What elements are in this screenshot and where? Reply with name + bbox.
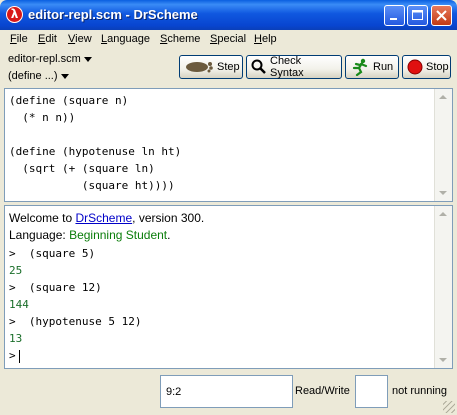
- menu-bar: File Edit View Language Scheme Special H…: [0, 30, 457, 50]
- scroll-up-icon[interactable]: [439, 95, 447, 99]
- drscheme-link[interactable]: DrScheme: [75, 211, 132, 225]
- repl-output-line: 144: [9, 298, 29, 311]
- resize-grip[interactable]: [443, 401, 455, 413]
- close-icon: [436, 10, 447, 21]
- window-title: editor-repl.scm - DrScheme: [28, 7, 198, 22]
- status-bar: 9:2 Read/Write not running: [0, 371, 457, 415]
- minimize-button[interactable]: [384, 5, 405, 26]
- interactions-scrollbar[interactable]: [434, 206, 452, 368]
- menu-help[interactable]: Help: [254, 33, 277, 45]
- repl-input-line: > (square 12): [9, 281, 102, 294]
- chevron-down-icon: [83, 56, 92, 62]
- repl-prompt[interactable]: >: [9, 349, 20, 363]
- file-name-label: editor-repl.scm: [8, 53, 81, 65]
- repl-output-line: 13: [9, 332, 23, 345]
- stop-label: Stop: [426, 61, 449, 73]
- chevron-down-icon: [60, 73, 69, 79]
- define-label: (define ...): [8, 70, 58, 82]
- drscheme-lambda-icon: λ: [6, 6, 23, 23]
- menu-language[interactable]: Language: [101, 33, 150, 45]
- stop-icon: [407, 59, 423, 75]
- menu-file[interactable]: File: [10, 33, 28, 45]
- drscheme-window: λ editor-repl.scm - DrScheme File Edit V…: [0, 0, 457, 415]
- menu-edit[interactable]: Edit: [38, 33, 57, 45]
- stop-button[interactable]: Stop: [402, 55, 451, 79]
- check-syntax-label: Check Syntax: [270, 55, 304, 79]
- menu-view[interactable]: View: [68, 33, 92, 45]
- definitions-scrollbar[interactable]: [434, 89, 452, 201]
- position-box: 9:2: [160, 375, 293, 408]
- scroll-down-icon[interactable]: [439, 191, 447, 195]
- menu-special[interactable]: Special: [210, 33, 246, 45]
- interactions-pane[interactable]: Welcome to DrScheme, version 300. Langua…: [4, 205, 453, 369]
- running-man-icon: [350, 58, 370, 76]
- title-bar[interactable]: λ editor-repl.scm - DrScheme: [0, 0, 457, 30]
- read-write-status[interactable]: Read/Write: [295, 385, 350, 397]
- run-label: Run: [373, 61, 394, 73]
- minimize-icon: [390, 18, 397, 20]
- define-dropdown[interactable]: (define ...): [8, 70, 69, 82]
- magnifier-icon: [251, 59, 267, 75]
- welcome-line: Welcome to DrScheme, version 300.: [9, 211, 205, 225]
- repl-output-line: 25: [9, 264, 23, 277]
- text-cursor: [18, 349, 20, 363]
- maximize-button[interactable]: [407, 5, 428, 26]
- check-syntax-button[interactable]: Check Syntax: [246, 55, 342, 79]
- definitions-pane[interactable]: (define (square n) (* n n)) (define (hyp…: [4, 88, 453, 202]
- footprint-icon: [184, 60, 214, 74]
- close-button[interactable]: [431, 5, 452, 26]
- cursor-position: 9:2: [166, 386, 182, 398]
- definitions-code[interactable]: (define (square n) (* n n)) (define (hyp…: [9, 92, 181, 194]
- step-button[interactable]: Step: [179, 55, 243, 79]
- maximize-icon: [412, 10, 423, 20]
- gc-indicator: [355, 375, 388, 408]
- file-name-dropdown[interactable]: editor-repl.scm: [8, 53, 92, 65]
- language-name: Beginning Student: [69, 228, 168, 242]
- repl-input-line: > (square 5): [9, 247, 96, 260]
- scroll-up-icon[interactable]: [439, 212, 447, 216]
- repl-input-line: > (hypotenuse 5 12): [9, 315, 142, 328]
- toolbar: editor-repl.scm (define ...) Step Check …: [0, 50, 457, 88]
- step-label: Step: [217, 61, 240, 73]
- menu-scheme[interactable]: Scheme: [160, 33, 200, 45]
- running-status: not running: [392, 385, 448, 397]
- run-button[interactable]: Run: [345, 55, 399, 79]
- language-line: Language: Beginning Student.: [9, 228, 171, 242]
- scroll-down-icon[interactable]: [439, 358, 447, 362]
